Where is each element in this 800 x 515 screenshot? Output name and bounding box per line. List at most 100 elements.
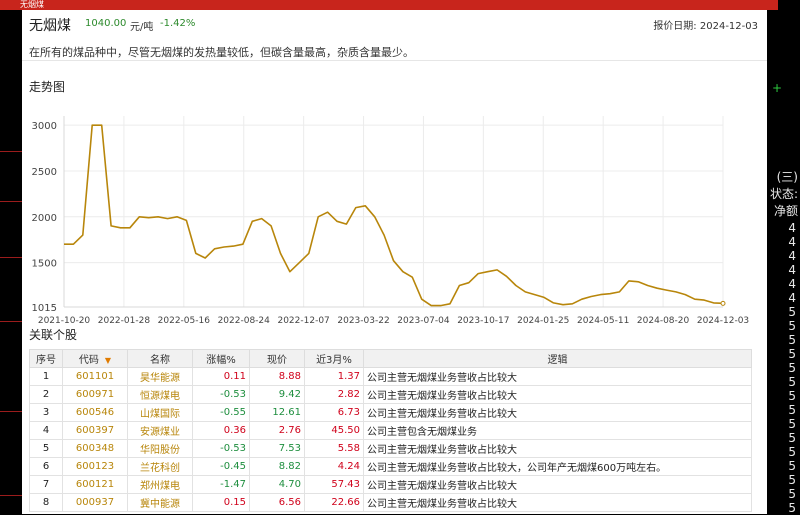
bg-number: 5 (788, 347, 796, 361)
bg-divider (0, 201, 22, 202)
bg-number: 4 (788, 221, 796, 235)
x-tick-label: 2022-01-28 (98, 316, 151, 326)
x-tick-label: 2023-10-17 (457, 316, 509, 326)
logic-text: 公司主营包含无烟煤业务 (363, 421, 752, 440)
column-header-logic[interactable]: 逻辑 (363, 349, 752, 368)
quote-date-label: 报价日期: (653, 21, 697, 32)
stock-name[interactable]: 恒源煤电 (127, 385, 193, 404)
bg-number: 4 (788, 235, 796, 249)
bg-number: 4 (788, 291, 796, 305)
three-month-percent: 6.73 (304, 403, 364, 422)
column-header-code[interactable]: 代码 ▼ (62, 349, 128, 368)
bg-number: 5 (788, 473, 796, 487)
column-header-price[interactable]: 现价 (249, 349, 305, 368)
three-month-percent: 5.58 (304, 439, 364, 458)
y-tick-label: 2500 (32, 167, 57, 178)
x-tick-label: 2021-10-20 (38, 316, 91, 326)
bg-number: 5 (788, 487, 796, 501)
bg-number: 5 (788, 389, 796, 403)
current-price: 7.53 (249, 439, 305, 458)
trend-title: 走势图 (29, 80, 66, 94)
stock-name[interactable]: 郑州煤电 (127, 475, 193, 494)
bg-number: 5 (788, 361, 796, 375)
bg-number: 5 (788, 403, 796, 417)
current-price: 4.70 (249, 475, 305, 494)
three-month-percent: 57.43 (304, 475, 364, 494)
stock-code[interactable]: 600121 (62, 475, 128, 494)
x-tick-label: 2022-05-16 (158, 316, 211, 326)
row-no: 7 (29, 475, 63, 494)
table-row[interactable]: 7 600121 郑州煤电 -1.47 4.70 57.43 公司主营无烟煤业务营收占比较大 (29, 475, 752, 494)
x-tick-label: 2023-07-04 (397, 316, 450, 326)
change-percent: 0.36 (192, 421, 250, 440)
commodity-dialog: 无烟煤 1040.00 元/吨 -1.42% 报价日期: 2024-12-03 … (22, 10, 767, 514)
row-no: 4 (29, 421, 63, 440)
stock-code[interactable]: 601101 (62, 367, 128, 386)
x-tick-label: 2023-03-22 (337, 316, 389, 326)
table-row[interactable]: 8 000937 冀中能源 0.15 6.56 22.66 公司主营无烟煤业务营收占比较大 (29, 493, 752, 512)
stock-name[interactable]: 兰花科创 (127, 457, 193, 476)
column-header-no[interactable]: 序号 (29, 349, 63, 368)
stock-name[interactable]: 山煤国际 (127, 403, 193, 422)
stock-code[interactable]: 600397 (62, 421, 128, 440)
y-tick-label: 1500 (32, 259, 57, 270)
column-header-name[interactable]: 名称 (127, 349, 193, 368)
bg-number: 5 (788, 431, 796, 445)
bg-number: 5 (788, 417, 796, 431)
bg-plus-icon: + (771, 81, 782, 95)
bg-number: 5 (788, 305, 796, 319)
current-price: 2.76 (249, 421, 305, 440)
x-tick-label: 2024-12-03 (697, 316, 749, 326)
change-percent: -1.47 (192, 475, 250, 494)
bg-divider (0, 151, 22, 152)
window-titlebar[interactable]: 无烟煤 (0, 0, 778, 10)
y-tick-label: 2000 (32, 213, 57, 224)
bg-number: 5 (788, 319, 796, 333)
last-point-marker (720, 300, 726, 306)
sort-down-icon[interactable]: ▼ (105, 356, 111, 365)
current-price: 8.82 (249, 457, 305, 476)
stock-name[interactable]: 冀中能源 (127, 493, 193, 512)
table-header-row: 序号 代码 ▼ 名称 涨幅% 现价 近3月% 逻辑 (29, 349, 752, 368)
stock-name[interactable]: 安源煤业 (127, 421, 193, 440)
stock-name[interactable]: 昊华能源 (127, 367, 193, 386)
logic-text: 公司主营无烟煤业务营收占比较大 (363, 367, 752, 386)
column-header-3m[interactable]: 近3月% (304, 349, 364, 368)
table-row[interactable]: 2 600971 恒源煤电 -0.53 9.42 2.82 公司主营无烟煤业务营收占比较大 (29, 385, 752, 404)
change-percent: -0.45 (192, 457, 250, 476)
stock-code[interactable]: 600546 (62, 403, 128, 422)
bg-number: 4 (788, 249, 796, 263)
current-price: 12.61 (249, 403, 305, 422)
trend-chart-svg: 1015 1500 2000 2500 3000 2021-10-20 2022-01-28… (32, 116, 749, 326)
bg-number: 5 (788, 375, 796, 389)
y-tick-label: 3000 (32, 121, 57, 132)
x-tick-label: 2022-12-07 (277, 316, 329, 326)
change-percent: 0.15 (192, 493, 250, 512)
bg-label: (三) (776, 170, 798, 184)
price-change: -1.42% (160, 18, 196, 29)
table-row[interactable]: 3 600546 山煤国际 -0.55 12.61 6.73 公司主营无烟煤业务营收占比较大 (29, 403, 752, 422)
table-row[interactable]: 1 601101 昊华能源 0.11 8.88 1.37 公司主营无烟煤业务营收占比较大 (29, 367, 752, 386)
y-tick-label: 1015 (32, 303, 57, 314)
column-header-change[interactable]: 涨幅% (192, 349, 250, 368)
table-row[interactable]: 4 600397 安源煤业 0.36 2.76 45.50 公司主营包含无烟煤业务 (29, 421, 752, 440)
stock-code[interactable]: 600123 (62, 457, 128, 476)
table-row[interactable]: 5 600348 华阳股份 -0.53 7.53 5.58 公司主营无烟煤业务营收占比较大 (29, 439, 752, 458)
three-month-percent: 45.50 (304, 421, 364, 440)
row-no: 3 (29, 403, 63, 422)
stock-name[interactable]: 华阳股份 (127, 439, 193, 458)
price-value: 1040.00 (85, 18, 127, 29)
price-unit: 元/吨 (130, 22, 154, 33)
logic-text: 公司主营无烟煤业务营收占比较大 (363, 493, 752, 512)
stock-code[interactable]: 600348 (62, 439, 128, 458)
stock-code[interactable]: 000937 (62, 493, 128, 512)
column-header-code-label: 代码 (78, 355, 99, 366)
bg-number: 4 (788, 263, 796, 277)
change-percent: 0.11 (192, 367, 250, 386)
bg-number: 5 (788, 501, 796, 515)
table-row[interactable]: 6 600123 兰花科创 -0.45 8.82 4.24 公司主营无烟煤业务营收占比较大，… (29, 457, 752, 476)
bg-number: 5 (788, 333, 796, 347)
three-month-percent: 1.37 (304, 367, 364, 386)
stock-code[interactable]: 600971 (62, 385, 128, 404)
logic-text: 公司主营无烟煤业务营收占比较大 (363, 385, 752, 404)
